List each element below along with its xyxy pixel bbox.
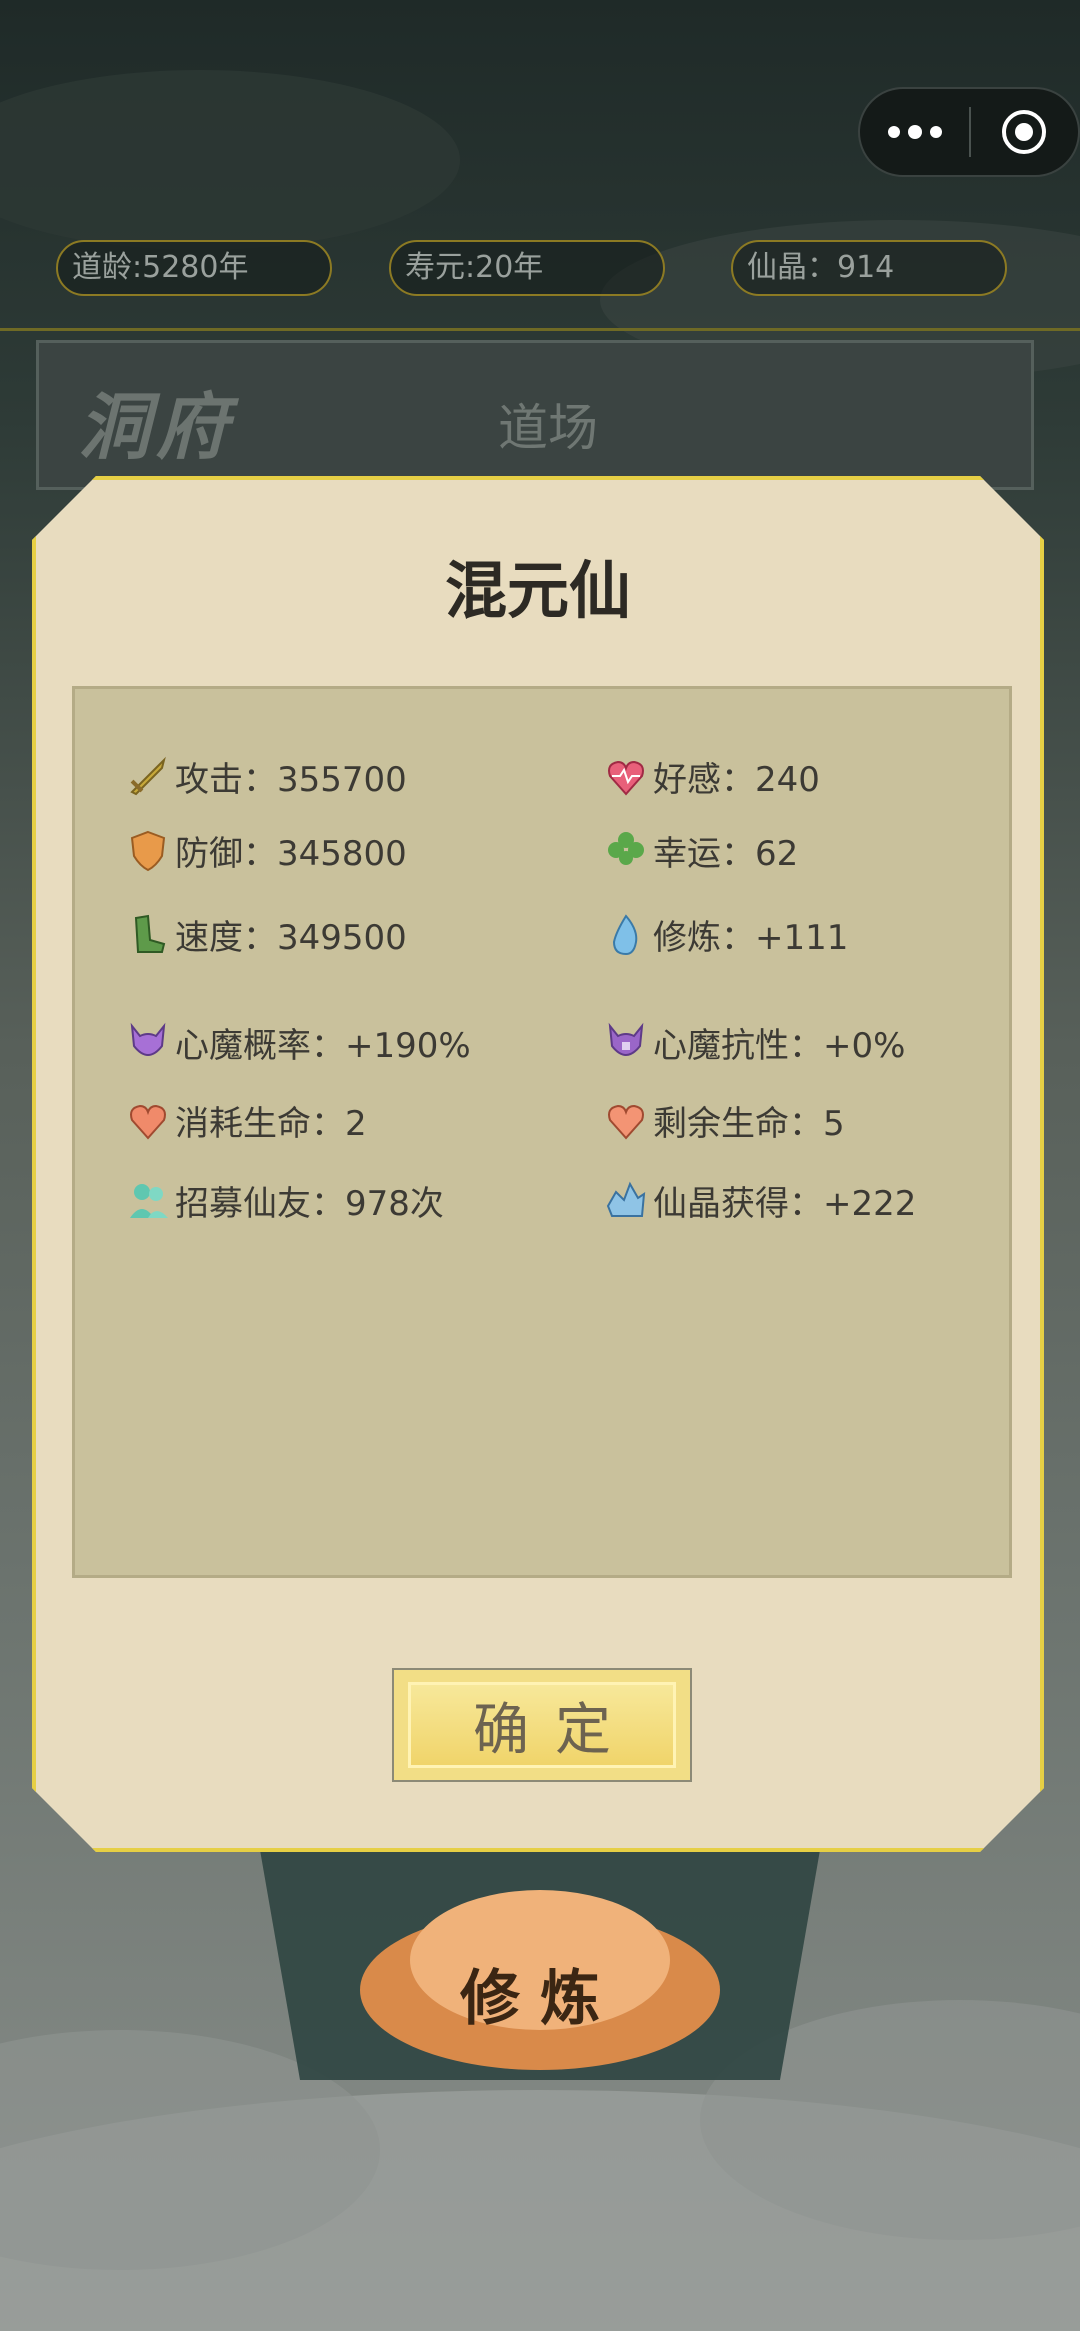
dongfu-logo: 洞府 xyxy=(78,384,235,469)
shield-icon xyxy=(125,827,171,873)
character-stats-modal: 混元仙 攻击：355700 防御：345800 速度：349500 心魔概率：+ xyxy=(32,476,1044,1852)
status-bar: 道龄:5280年 寿元:20年 仙晶：914 xyxy=(0,240,1080,300)
stat-speed-label: 速度：349500 xyxy=(175,917,407,958)
heart-pulse-icon xyxy=(603,753,649,799)
boot-icon xyxy=(125,911,171,957)
header-divider xyxy=(0,328,1080,331)
stat-demon-resist-label: 心魔抗性：+0% xyxy=(653,1025,906,1066)
confirm-button[interactable]: 确定 xyxy=(392,1668,692,1782)
heart-icon xyxy=(603,1097,649,1143)
demon-icon xyxy=(125,1019,171,1065)
tab-daochang[interactable]: 道场 xyxy=(498,388,598,460)
stats-panel: 攻击：355700 防御：345800 速度：349500 心魔概率：+190%… xyxy=(72,686,1012,1578)
more-dots-icon xyxy=(887,125,942,139)
stat-life-remain: 剩余生命：5 xyxy=(603,1095,845,1145)
cultivate-lotus-button[interactable]: 修炼 xyxy=(460,1950,620,2037)
stat-favor: 好感：240 xyxy=(603,751,820,801)
stat-recruit-label: 招募仙友：978次 xyxy=(175,1183,444,1224)
stat-luck: 幸运：62 xyxy=(603,825,798,875)
target-icon xyxy=(1002,110,1047,154)
stat-life-cost-label: 消耗生命：2 xyxy=(175,1103,367,1144)
flame-icon xyxy=(603,911,649,957)
confirm-button-label: 确定 xyxy=(473,1697,637,1763)
demon-lock-icon xyxy=(603,1019,649,1065)
stat-defense-label: 防御：345800 xyxy=(175,833,407,874)
clover-icon xyxy=(603,827,649,873)
stat-demon-rate-label: 心魔概率：+190% xyxy=(175,1025,471,1066)
stat-demon-resist: 心魔抗性：+0% xyxy=(603,1017,905,1067)
friends-icon xyxy=(125,1177,171,1223)
stat-attack-label: 攻击：355700 xyxy=(175,759,407,800)
stat-life-cost: 消耗生命：2 xyxy=(125,1095,367,1145)
sword-icon xyxy=(125,753,171,799)
modal-title: 混元仙 xyxy=(444,554,631,627)
close-button[interactable] xyxy=(971,89,1078,175)
stat-recruit: 招募仙友：978次 xyxy=(125,1175,444,1225)
crystal-icon xyxy=(603,1177,649,1223)
stat-luck-label: 幸运：62 xyxy=(653,833,799,874)
stat-cultivation: 修炼：+111 xyxy=(603,909,848,959)
stat-attack: 攻击：355700 xyxy=(125,751,407,801)
stat-favor-label: 好感：240 xyxy=(653,759,820,800)
xianjing-pill: 仙晶：914 xyxy=(731,240,1007,296)
more-button[interactable] xyxy=(860,89,969,175)
stat-cultivation-label: 修炼：+111 xyxy=(653,917,849,958)
stat-demon-rate: 心魔概率：+190% xyxy=(125,1017,471,1067)
stat-life-remain-label: 剩余生命：5 xyxy=(653,1103,845,1144)
stat-defense: 防御：345800 xyxy=(125,825,407,875)
stat-speed: 速度：349500 xyxy=(125,909,407,959)
broken-heart-icon xyxy=(125,1097,171,1143)
stat-crystal-gain: 仙晶获得：+222 xyxy=(603,1175,916,1225)
daoling-pill: 道龄:5280年 xyxy=(56,240,332,296)
shouyuan-pill: 寿元:20年 xyxy=(389,240,665,296)
miniprogram-capsule xyxy=(858,87,1080,177)
stat-crystal-gain-label: 仙晶获得：+222 xyxy=(653,1183,917,1224)
